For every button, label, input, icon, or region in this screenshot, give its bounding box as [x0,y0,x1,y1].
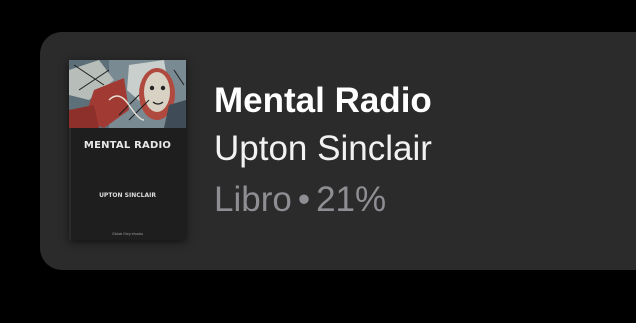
book-author: Upton Sinclair [214,129,432,168]
book-info: Mental Radio Upton Sinclair Libro • 21% [214,80,432,224]
cover-publisher-text: Global Grey ebooks [112,232,143,236]
cover-author-text: UPTON SINCLAIR [99,192,156,199]
book-meta: Libro • 21% [214,176,432,224]
book-card[interactable]: MENTAL RADIO UPTON SINCLAIR Global Grey … [40,32,636,270]
book-type: Libro [214,180,292,219]
cover-title-text: MENTAL RADIO [83,140,172,151]
meta-separator: • [297,180,311,219]
cover-art-image [69,60,186,128]
book-title: Mental Radio [214,81,432,120]
book-cover[interactable]: MENTAL RADIO UPTON SINCLAIR Global Grey … [69,60,186,240]
reading-progress: 21% [316,180,387,219]
